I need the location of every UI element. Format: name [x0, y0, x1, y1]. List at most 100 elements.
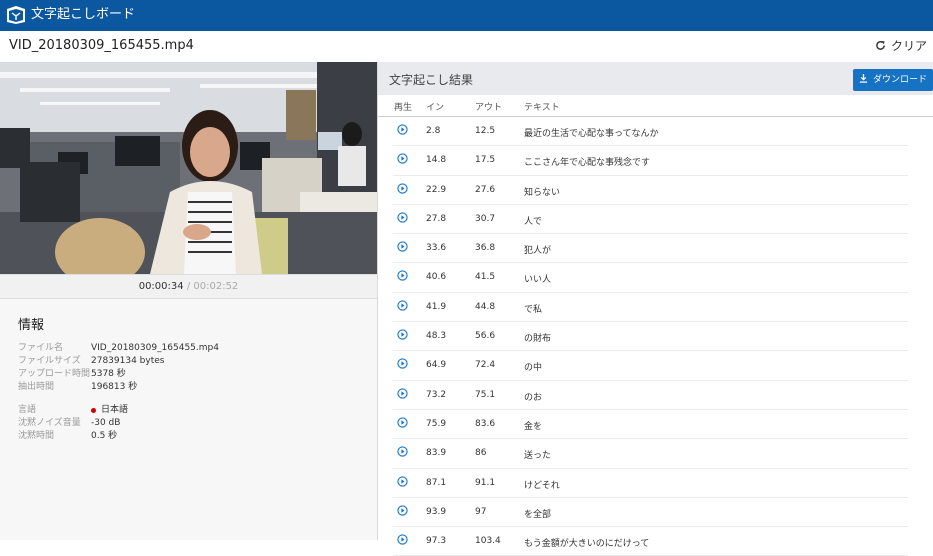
info-key: 沈黙時間: [18, 431, 55, 441]
book-logo-icon: [7, 6, 25, 24]
info-row: 言語 日本語: [18, 404, 219, 417]
video-player[interactable]: [0, 62, 377, 274]
play-icon: [397, 329, 408, 340]
play-icon: [397, 300, 408, 311]
row-text: の財布: [524, 334, 552, 345]
table-row: 14.8 17.5 ここさん年で心配な事残念です: [393, 146, 908, 176]
row-in: 27.8: [426, 213, 447, 224]
row-in: 75.9: [426, 418, 447, 429]
info-key: 抽出時間: [18, 382, 55, 392]
info-value: 日本語: [101, 405, 129, 415]
table-row: 48.3 56.6 の財布: [393, 322, 908, 352]
results-header: 文字起こし結果 ダウンロード: [378, 62, 933, 95]
row-out: 27.6: [475, 184, 496, 195]
table-row: 75.9 83.6 金を: [393, 410, 908, 440]
row-in: 33.6: [426, 243, 447, 254]
info-key: アップロード時間: [18, 369, 91, 379]
col-text: テキスト: [524, 103, 560, 113]
play-button[interactable]: [397, 388, 408, 402]
download-button[interactable]: ダウンロード: [853, 69, 933, 91]
row-in: 87.1: [426, 477, 447, 488]
play-icon: [397, 241, 408, 252]
play-icon: [397, 388, 408, 399]
row-text: けどそれ: [524, 480, 560, 491]
play-button[interactable]: [397, 241, 408, 255]
table-row: 83.9 86 送った: [393, 439, 908, 469]
play-icon: [397, 182, 408, 194]
info-value: -30 dB: [91, 418, 121, 428]
play-button[interactable]: [397, 329, 408, 343]
table-row: 33.6 36.8 犯人が: [393, 234, 908, 264]
row-text: 知らない: [524, 187, 561, 198]
row-text: いい人: [524, 275, 552, 286]
play-button[interactable]: [397, 534, 408, 548]
play-icon: [397, 417, 408, 428]
left-panel: 00:00:34 / 00:02:52 情報 ファイル名 VID_20180309…: [0, 62, 378, 540]
row-out: 30.7: [475, 213, 496, 224]
row-out: 56.6: [475, 331, 496, 342]
row-text: ここさん年で心配な事残念です: [524, 158, 651, 169]
row-in: 97.3: [426, 536, 447, 547]
play-button[interactable]: [397, 475, 408, 490]
app-header: 文字起こしボード: [0, 0, 933, 31]
info-row: 沈黙ノイズ音量 -30 dB: [18, 417, 219, 430]
row-text: のお: [524, 392, 543, 403]
row-text: 送った: [524, 451, 552, 462]
table-row: 93.9 97 を全部: [393, 498, 908, 528]
play-button[interactable]: [397, 505, 408, 519]
info-key: ファイル名: [18, 343, 64, 353]
video-frame-image: [0, 62, 377, 274]
info-value: VID_20180309_165455.mp4: [91, 343, 219, 353]
play-button[interactable]: [397, 270, 408, 284]
table-row: 64.9 72.4 の中: [393, 351, 908, 381]
info-value: 27839134 bytes: [91, 356, 165, 366]
duration-time: 00:02:52: [193, 281, 239, 292]
row-text: 人で: [524, 216, 543, 227]
row-text: の中: [524, 363, 543, 374]
play-icon: [397, 270, 408, 282]
play-icon: [397, 358, 408, 370]
clear-button[interactable]: クリア: [875, 37, 927, 54]
row-out: 36.8: [475, 243, 496, 254]
row-in: 48.3: [426, 331, 447, 342]
table-row: 97.3 103.4 もう金額が大きいのにだけって: [393, 527, 908, 556]
row-out: 17.5: [475, 155, 496, 166]
row-in: 73.2: [426, 389, 447, 400]
info-list: ファイル名 VID_20180309_165455.mp4 ファイルサイズ 2783…: [18, 342, 219, 443]
play-button[interactable]: [397, 417, 408, 431]
play-button[interactable]: [397, 212, 408, 226]
table-row: 22.9 27.6 知らない: [393, 176, 908, 205]
info-row: ファイルサイズ 27839134 bytes: [18, 355, 219, 368]
results-panel: 文字起こし結果 ダウンロード 再生 イン アウト テキスト 2.8 12.5 最近の…: [378, 62, 933, 556]
row-text: で私: [524, 304, 543, 315]
play-button[interactable]: [397, 182, 408, 197]
row-out: 83.6: [475, 418, 496, 429]
play-button[interactable]: [397, 153, 408, 167]
row-out: 91.1: [475, 477, 496, 488]
col-out: アウト: [475, 103, 503, 113]
play-button[interactable]: [397, 358, 408, 372]
info-value: 196813 秒: [91, 382, 138, 392]
play-button[interactable]: [397, 446, 408, 460]
row-in: 2.8: [426, 126, 441, 136]
play-button[interactable]: [397, 300, 408, 314]
time-separator: /: [186, 281, 191, 292]
row-text: 犯人が: [524, 246, 552, 257]
info-row: ファイル名 VID_20180309_165455.mp4: [18, 342, 219, 355]
file-title: VID_20180309_165455.mp4: [9, 38, 194, 53]
row-out: 86: [475, 448, 487, 459]
play-icon: [397, 212, 408, 223]
row-in: 40.6: [426, 272, 447, 283]
row-in: 93.9: [426, 506, 447, 517]
table-header: 再生 イン アウト テキスト: [378, 100, 933, 117]
col-in: イン: [426, 103, 445, 113]
play-button[interactable]: [397, 124, 408, 138]
current-time: 00:00:34: [138, 281, 184, 292]
play-icon: [397, 446, 408, 457]
info-value: 5378 秒: [91, 369, 126, 379]
download-icon: [859, 74, 868, 83]
row-out: 12.5: [475, 126, 496, 136]
info-row: アップロード時間 5378 秒: [18, 368, 219, 381]
row-text: 金を: [524, 421, 543, 432]
info-row: 沈黙時間 0.5 秒: [18, 430, 219, 443]
